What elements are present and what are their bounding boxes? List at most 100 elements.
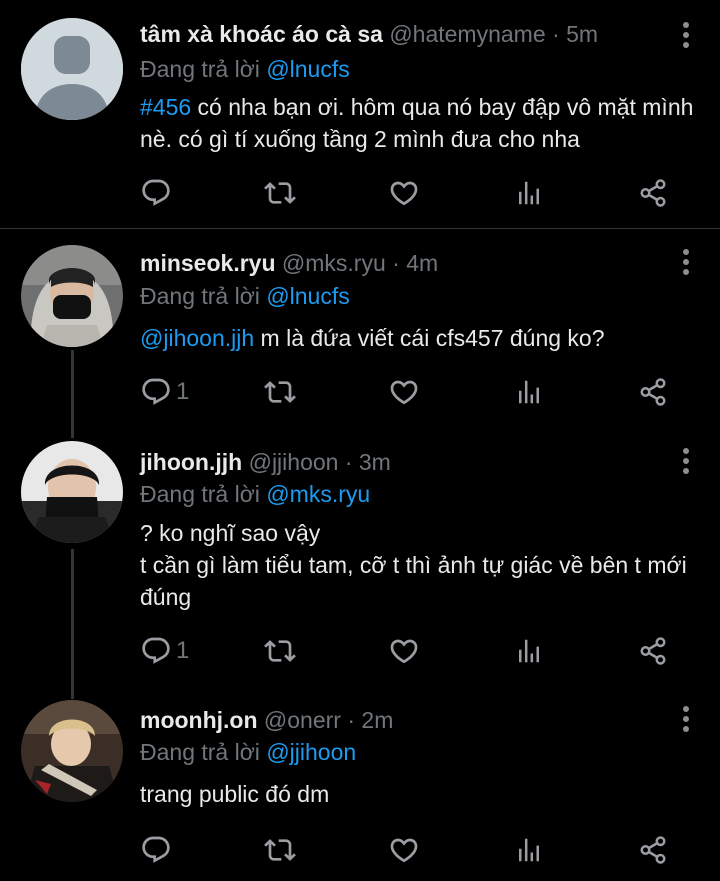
- analytics-button[interactable]: [514, 375, 544, 409]
- retweet-button[interactable]: [264, 375, 296, 409]
- retweet-button[interactable]: [264, 833, 296, 867]
- tweet[interactable]: tâm xà khoác áo cà sa @hatemyname · 5m Đ…: [0, 0, 720, 228]
- reply-icon: [140, 376, 172, 408]
- share-icon: [638, 377, 668, 407]
- retweet-icon: [264, 376, 296, 408]
- retweet-icon: [264, 177, 296, 209]
- user-handle[interactable]: @jjihoon: [249, 449, 339, 475]
- action-bar: 1: [140, 634, 680, 668]
- like-button[interactable]: [388, 634, 420, 668]
- analytics-button[interactable]: [514, 833, 544, 867]
- reply-button[interactable]: [140, 176, 172, 210]
- replying-prefix: Đang trả lời: [140, 56, 267, 82]
- replying-to-link[interactable]: @jjihoon: [266, 739, 356, 765]
- analytics-icon: [514, 178, 544, 208]
- tweet-body: ? ko nghĩ sao vậy t cần gì làm tiểu tam,…: [140, 517, 705, 613]
- more-vertical-icon[interactable]: [682, 22, 690, 48]
- replying-to: Đang trả lời @mks.ryu: [140, 480, 370, 508]
- like-icon: [388, 177, 420, 209]
- like-button[interactable]: [388, 375, 420, 409]
- analytics-button[interactable]: [514, 176, 544, 210]
- like-icon: [388, 834, 420, 866]
- more-vertical-icon[interactable]: [682, 448, 690, 474]
- timestamp[interactable]: 2m: [361, 707, 393, 733]
- user-handle[interactable]: @onerr: [264, 707, 341, 733]
- mention-link[interactable]: @jihoon.jjh: [140, 325, 254, 351]
- share-icon: [638, 835, 668, 865]
- reply-button[interactable]: [140, 833, 172, 867]
- tweet-header: jihoon.jjh @jjihoon · 3m: [140, 448, 391, 476]
- tweet[interactable]: moonhj.on @onerr · 2m Đang trả lời @jjih…: [0, 688, 720, 881]
- tweet-text: trang public đó dm: [140, 781, 330, 807]
- tweet-header: minseok.ryu @mks.ryu · 4m: [140, 249, 438, 277]
- hashtag-link[interactable]: #456: [140, 94, 191, 120]
- avatar[interactable]: [21, 18, 123, 120]
- reply-icon: [140, 834, 172, 866]
- reply-count: 1: [176, 378, 190, 405]
- like-icon: [388, 376, 420, 408]
- retweet-icon: [264, 635, 296, 667]
- reply-button[interactable]: 1: [140, 634, 189, 668]
- action-bar: [140, 176, 680, 210]
- tweet-body: @jihoon.jjh m là đứa viết cái cfs457 đún…: [140, 322, 705, 354]
- user-photo: [21, 700, 123, 802]
- tweet-text: có nha bạn ơi. hôm qua nó bay đập vô mặt…: [140, 94, 694, 152]
- avatar[interactable]: [21, 245, 123, 347]
- display-name[interactable]: moonhj.on: [140, 707, 258, 733]
- separator-dot: ·: [392, 250, 400, 276]
- share-button[interactable]: [638, 375, 668, 409]
- timestamp[interactable]: 3m: [359, 449, 391, 475]
- like-button[interactable]: [388, 833, 420, 867]
- separator-dot: ·: [552, 21, 560, 47]
- action-bar: 1: [140, 375, 680, 409]
- retweet-button[interactable]: [264, 634, 296, 668]
- default-avatar-icon: [21, 18, 123, 120]
- separator-dot: ·: [347, 707, 356, 733]
- share-button[interactable]: [638, 833, 668, 867]
- tweet-text: m là đứa viết cái cfs457 đúng ko?: [254, 325, 605, 351]
- display-name[interactable]: minseok.ryu: [140, 250, 276, 276]
- share-button[interactable]: [638, 176, 668, 210]
- user-handle[interactable]: @hatemyname: [389, 21, 545, 47]
- tweet-header: moonhj.on @onerr · 2m: [140, 706, 393, 734]
- avatar[interactable]: [21, 441, 123, 543]
- replying-to-link[interactable]: @lnucfs: [266, 283, 349, 309]
- tweet[interactable]: jihoon.jjh @jjihoon · 3m Đang trả lời @m…: [0, 428, 720, 688]
- replying-prefix: Đang trả lời: [140, 283, 267, 309]
- retweet-icon: [264, 834, 296, 866]
- tweet-body: #456 có nha bạn ơi. hôm qua nó bay đập v…: [140, 91, 705, 155]
- tweet-text-line: ? ko nghĩ sao vậy: [140, 520, 321, 546]
- display-name[interactable]: tâm xà khoác áo cà sa: [140, 21, 383, 47]
- display-name[interactable]: jihoon.jjh: [140, 449, 242, 475]
- analytics-icon: [514, 835, 544, 865]
- replying-prefix: Đang trả lời: [140, 739, 267, 765]
- reply-icon: [140, 177, 172, 209]
- replying-to: Đang trả lời @lnucfs: [140, 282, 350, 310]
- avatar[interactable]: [21, 700, 123, 802]
- share-button[interactable]: [638, 634, 668, 668]
- more-vertical-icon[interactable]: [682, 249, 690, 275]
- user-photo: [21, 441, 123, 543]
- retweet-button[interactable]: [264, 176, 296, 210]
- like-icon: [388, 635, 420, 667]
- action-bar: [140, 833, 680, 867]
- analytics-icon: [514, 377, 544, 407]
- share-icon: [638, 636, 668, 666]
- timestamp[interactable]: 4m: [406, 250, 438, 276]
- tweet[interactable]: minseok.ryu @mks.ryu · 4m Đang trả lời @…: [0, 229, 720, 429]
- like-button[interactable]: [388, 176, 420, 210]
- reply-count: 1: [176, 637, 190, 664]
- more-vertical-icon[interactable]: [682, 706, 690, 732]
- user-handle[interactable]: @mks.ryu: [282, 250, 386, 276]
- replying-to-link[interactable]: @mks.ryu: [266, 481, 370, 507]
- replying-to-link[interactable]: @lnucfs: [266, 56, 349, 82]
- separator-dot: ·: [344, 449, 353, 475]
- reply-button[interactable]: 1: [140, 375, 189, 409]
- share-icon: [638, 178, 668, 208]
- tweet-header: tâm xà khoác áo cà sa @hatemyname · 5m: [140, 20, 598, 48]
- analytics-button[interactable]: [514, 634, 544, 668]
- analytics-icon: [514, 636, 544, 666]
- tweet-body: trang public đó dm: [140, 778, 705, 810]
- timestamp[interactable]: 5m: [566, 21, 598, 47]
- tweet-text-line: t cần gì làm tiểu tam, cỡ t thì ảnh tự g…: [140, 552, 687, 610]
